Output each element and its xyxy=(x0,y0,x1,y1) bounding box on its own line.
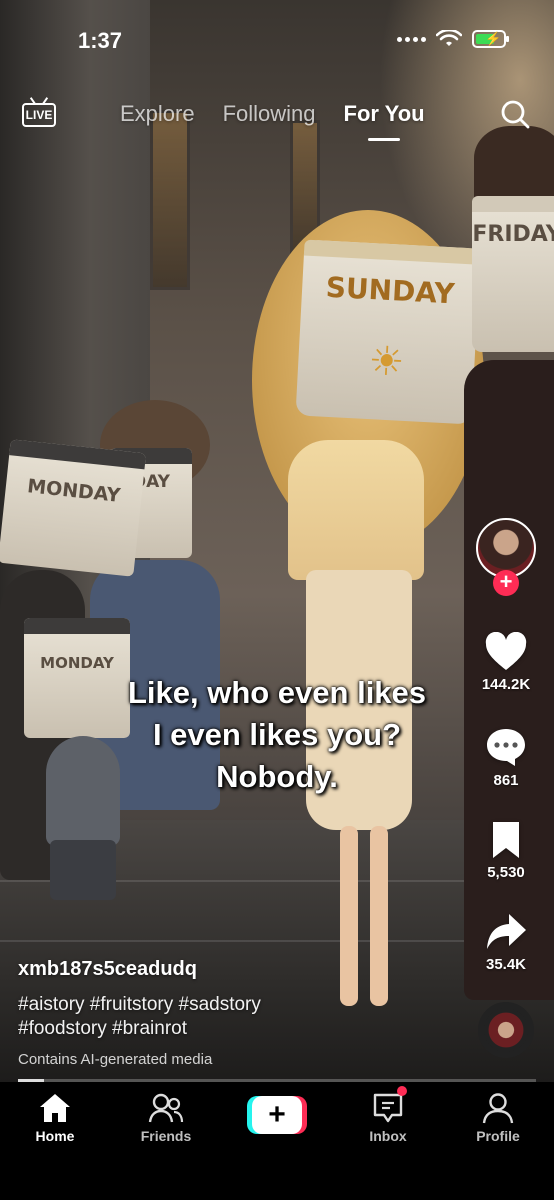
status-time: 1:37 xyxy=(78,28,123,53)
tab-friends[interactable]: Friends xyxy=(121,1092,211,1144)
bookmark-icon xyxy=(493,822,519,858)
video-info: xmb187s5ceadudq #aistory #fruitstory #sa… xyxy=(18,958,458,1068)
tab-label: Home xyxy=(35,1128,75,1144)
search-icon[interactable] xyxy=(500,99,530,129)
caption-line: Nobody. xyxy=(216,759,338,794)
heart-icon xyxy=(485,632,527,670)
video-caption: Like, who even likes I even likes you? N… xyxy=(0,672,554,798)
music-disc[interactable] xyxy=(478,1002,534,1058)
comment-button[interactable]: 861 xyxy=(474,726,538,789)
like-button[interactable]: 144.2K xyxy=(474,632,538,693)
video-player[interactable]: DAY MONDAY MONDAY SUNDAY ☀ FRIDAY xyxy=(0,0,554,1082)
tab-home[interactable]: Home xyxy=(10,1092,100,1144)
save-button[interactable]: 5,530 xyxy=(474,820,538,881)
calendar-head-friday: FRIDAY xyxy=(472,196,554,352)
hashtags: #aistory #fruitstory #sadstory #foodstor… xyxy=(18,993,458,1041)
notification-dot xyxy=(397,1086,407,1096)
battery-icon: ⚡ xyxy=(472,30,509,48)
hashtag-line[interactable]: #aistory #fruitstory #sadstory xyxy=(18,993,458,1017)
caption-line: Like, who even likes xyxy=(127,675,427,710)
inbox-icon xyxy=(373,1093,403,1123)
home-icon xyxy=(40,1094,70,1122)
share-button[interactable]: 35.4K xyxy=(474,912,538,973)
tab-profile[interactable]: Profile xyxy=(453,1092,543,1144)
comment-icon xyxy=(487,729,525,766)
tab-label: Inbox xyxy=(369,1128,407,1144)
calendar-head-sunday: SUNDAY ☀ xyxy=(295,239,481,425)
create-button[interactable]: + xyxy=(247,1096,307,1134)
friends-icon xyxy=(148,1093,184,1123)
comment-count: 861 xyxy=(493,772,519,789)
wifi-icon xyxy=(436,30,462,46)
tab-following[interactable]: Following xyxy=(223,101,316,127)
character-sweater xyxy=(288,440,424,580)
like-count: 144.2K xyxy=(481,676,531,693)
tab-label: Profile xyxy=(476,1128,520,1144)
signal-icon xyxy=(397,36,426,42)
calendar-head-monday: MONDAY xyxy=(0,439,147,577)
status-icons: ⚡ xyxy=(397,30,509,48)
top-nav: LIVE Explore Following For You xyxy=(0,95,554,145)
save-count: 5,530 xyxy=(487,864,525,881)
follow-button[interactable]: + xyxy=(493,570,519,596)
tab-inbox[interactable]: Inbox xyxy=(343,1086,433,1144)
character-legs xyxy=(50,840,116,900)
live-button[interactable]: LIVE xyxy=(22,97,56,127)
tab-explore[interactable]: Explore xyxy=(120,101,195,127)
status-bar: 1:37 ⚡ xyxy=(0,0,554,80)
plus-icon: + xyxy=(252,1096,302,1134)
feed-tabs: Explore Following For You xyxy=(120,101,425,127)
bottom-tab-bar: Home Friends + Inbox Profile xyxy=(0,1082,554,1200)
caption-line: I even likes you? xyxy=(152,717,402,752)
tab-label: Friends xyxy=(140,1128,192,1144)
live-label: LIVE xyxy=(22,103,56,127)
share-icon xyxy=(487,914,526,949)
creator-avatar-wrap: + xyxy=(476,518,536,598)
share-count: 35.4K xyxy=(485,956,527,973)
profile-icon xyxy=(482,1093,514,1124)
username[interactable]: xmb187s5ceadudq xyxy=(18,958,458,981)
ai-generated-label: Contains AI-generated media xyxy=(18,1051,213,1068)
hashtag-line[interactable]: #foodstory #brainrot xyxy=(18,1017,458,1041)
tab-for-you[interactable]: For You xyxy=(344,101,425,127)
